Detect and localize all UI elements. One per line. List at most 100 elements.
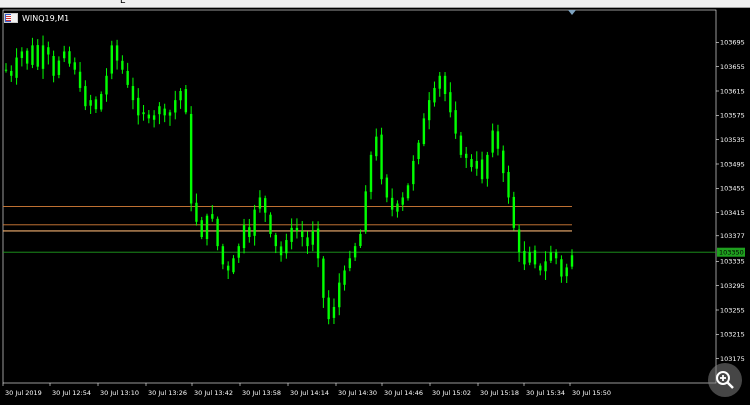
candle-body [68, 51, 71, 64]
candle-body [52, 56, 55, 76]
candle-body [137, 97, 140, 116]
candle-body [348, 258, 352, 269]
candle-body [480, 159, 484, 180]
candle-body [353, 246, 357, 258]
candle-body [163, 108, 166, 116]
candle-body [560, 259, 563, 277]
candle-body [242, 224, 246, 249]
candle-body [78, 71, 82, 88]
candle-body [285, 240, 288, 254]
price-axis-label: 103455 [720, 185, 745, 193]
candle-body [258, 197, 262, 209]
time-axis-label: 30 Jul 15:34 [526, 389, 565, 397]
candle-body [449, 92, 452, 113]
price-axis-label: 103495 [720, 160, 745, 168]
price-axis-label: 103215 [720, 331, 745, 339]
time-axis-label: 30 Jul 14:30 [338, 389, 377, 397]
candle-body [454, 110, 457, 134]
candle-body [475, 160, 478, 169]
candle-body [216, 218, 219, 247]
candle-body [253, 209, 256, 236]
candle-body [533, 250, 537, 265]
chart-window[interactable]: 103695 103655 103615 103575 103535 103495 1034… [0, 8, 750, 405]
candle-body [496, 131, 500, 149]
candle-body [100, 94, 103, 110]
price-chart[interactable]: 103695 103655 103615 103575 103535 103495 1034… [0, 8, 750, 405]
candle-body [512, 196, 516, 228]
candle-body [570, 255, 574, 267]
candle-body [401, 197, 404, 205]
time-axis-label: 30 Jul 13:58 [242, 389, 281, 397]
candle-body [221, 246, 225, 265]
candle-body [422, 118, 426, 145]
candle-body [523, 250, 526, 265]
toolbar-fragment: E [120, 0, 144, 6]
candle-body [142, 112, 145, 115]
candle-body [73, 62, 76, 70]
time-axis-label: 30 Jul 13:26 [148, 389, 187, 397]
candle-body [174, 100, 177, 113]
toolbar-label: E [120, 0, 126, 6]
candle-body [248, 227, 251, 237]
candle-body [105, 75, 108, 95]
time-axis-label: 30 Jul 14:14 [290, 389, 329, 397]
candle-body [4, 69, 8, 71]
candle-body [31, 45, 34, 65]
candle-body [62, 51, 66, 59]
candle-body [343, 270, 346, 285]
chart-shift-marker-icon[interactable] [568, 10, 576, 15]
price-axis-label: 103255 [720, 306, 745, 314]
zoom-control[interactable] [708, 363, 742, 397]
time-axis-label: 30 Jul 12:54 [52, 389, 91, 397]
candle-body [470, 159, 473, 168]
candle-body [290, 227, 293, 242]
price-axis-label: 103695 [720, 39, 745, 47]
candle-body [396, 203, 399, 212]
price-axis-label: 103535 [720, 136, 745, 144]
candle-body [226, 265, 230, 271]
candle-body [412, 160, 415, 185]
candle-body [295, 227, 299, 231]
candle-body [115, 45, 119, 61]
candle-body [121, 60, 124, 70]
candle-body [486, 154, 489, 179]
current-price-label: 103350 [719, 249, 744, 257]
candle-body [147, 114, 151, 119]
candle-body [327, 297, 330, 320]
candle-body [554, 252, 558, 259]
candle-body [205, 215, 209, 240]
time-axis-label: 30 Jul 13:10 [100, 389, 139, 397]
candle-body [316, 228, 320, 259]
candle-body [269, 214, 272, 234]
candle-body [274, 234, 277, 247]
candle-body [25, 50, 29, 64]
candle-body [200, 220, 203, 237]
candle-body [110, 45, 113, 74]
candle-body [390, 197, 394, 210]
candle-body [433, 87, 436, 103]
price-axis-label: 103377 [720, 232, 745, 240]
time-axis-label: 30 Jul 15:18 [480, 389, 519, 397]
price-axis-label: 103335 [720, 258, 745, 266]
time-axis-label: 30 Jul 14:46 [384, 389, 423, 397]
candle-body [417, 142, 420, 160]
candle-body [549, 252, 553, 261]
candle-body [539, 265, 542, 271]
candle-body [359, 233, 362, 246]
candle-body [36, 45, 39, 67]
candle-body [168, 112, 172, 116]
price-axis-label: 103655 [720, 63, 745, 71]
candle-body [322, 258, 325, 298]
flag-icon [4, 13, 18, 23]
candle-body [380, 134, 383, 180]
candle-body [94, 99, 98, 110]
price-axis-label: 103615 [720, 87, 745, 95]
price-axis-label: 103575 [720, 112, 745, 120]
candle-body [491, 130, 494, 153]
chart-symbol-label: WINQ19,M1 [22, 13, 70, 23]
candle-body [279, 246, 283, 256]
candle-body [189, 113, 193, 204]
candle-body [184, 89, 188, 113]
candle-body [438, 75, 441, 89]
candle-body [10, 70, 13, 76]
